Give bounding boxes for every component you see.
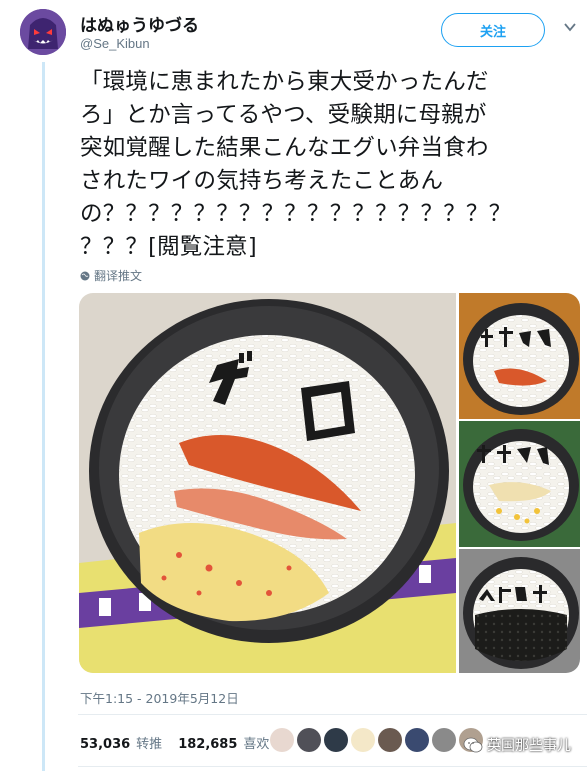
globe-icon xyxy=(80,271,90,280)
liker-avatar[interactable] xyxy=(378,728,402,752)
tweet-media[interactable] xyxy=(79,293,580,673)
tweet-line: 「環境に恵まれたから東大受かったんだ xyxy=(80,69,489,95)
ghost-avatar-icon xyxy=(20,9,66,55)
tweet-line: ？？？[閲覧注意] xyxy=(80,234,257,260)
tweet-line: 突如覚醒した結果こんなエグい弁当食わ xyxy=(80,135,489,161)
author-handle[interactable]: @Se_Kibun xyxy=(80,36,150,51)
follow-button[interactable]: 关注 xyxy=(441,13,545,47)
side-bento-photo-2[interactable] xyxy=(459,421,580,547)
like-label[interactable]: 喜欢 xyxy=(243,733,269,752)
watermark-text: 英国那些事儿 xyxy=(487,738,571,754)
retweet-label[interactable]: 转推 xyxy=(136,733,162,752)
side-bento-photo-1[interactable] xyxy=(459,293,580,419)
tweet-line: されたワイの気持ち考えたことあん xyxy=(80,168,444,194)
translate-label: 翻译推文 xyxy=(94,269,143,283)
tweet-stats: 53,036 转推 182,685 喜欢 xyxy=(80,733,279,752)
thread-line xyxy=(42,62,45,771)
liker-avatar[interactable] xyxy=(324,728,348,752)
translate-tweet-link[interactable]: 翻译推文 xyxy=(80,267,142,284)
liker-avatars xyxy=(270,728,483,752)
avatar[interactable] xyxy=(20,9,66,55)
chevron-down-icon[interactable] xyxy=(563,20,577,34)
liker-avatar[interactable] xyxy=(270,728,294,752)
tweet-line: ろ」とか言ってるやつ、受験期に母親が xyxy=(80,102,487,128)
tweet-text: 「環境に恵まれたから東大受かったんだ ろ」とか言ってるやつ、受験期に母親が 突如… xyxy=(80,66,580,264)
retweet-count[interactable]: 53,036 xyxy=(80,737,130,752)
main-bento-photo[interactable] xyxy=(79,293,456,673)
liker-avatar[interactable] xyxy=(405,728,429,752)
like-count[interactable]: 182,685 xyxy=(178,737,237,752)
liker-avatar[interactable] xyxy=(432,728,456,752)
tweet-timestamp[interactable]: 下午1:15 - 2019年5月12日 xyxy=(80,688,239,707)
liker-avatar[interactable] xyxy=(297,728,321,752)
divider xyxy=(78,766,587,767)
tweet-line: の？？？？？？？？？？？？？？？？？？ xyxy=(80,201,512,227)
wechat-icon xyxy=(463,737,483,753)
author-name[interactable]: はぬゅうゆづる xyxy=(80,11,199,36)
divider xyxy=(78,714,587,715)
watermark: 英国那些事儿 xyxy=(463,735,571,755)
side-bento-photo-3[interactable] xyxy=(459,549,580,673)
liker-avatar[interactable] xyxy=(351,728,375,752)
